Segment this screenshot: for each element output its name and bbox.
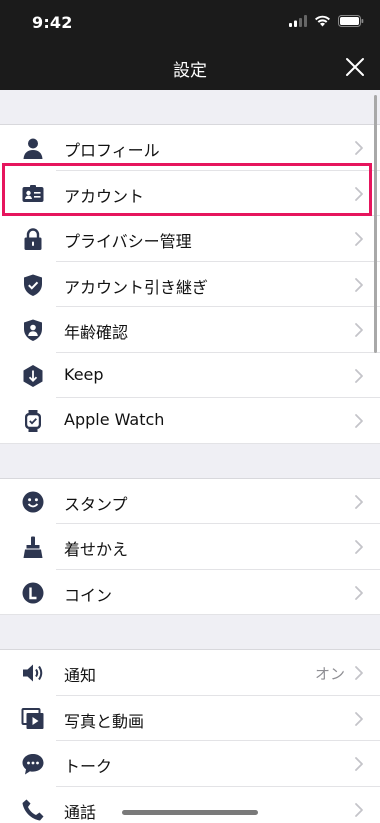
settings-row-chats[interactable]: トーク [0, 741, 380, 787]
chevron-right-icon [355, 232, 363, 246]
keep-icon [23, 364, 43, 387]
settings-row-apple-watch[interactable]: Apple Watch [0, 398, 380, 444]
settings-row-profile[interactable]: プロフィール [0, 125, 380, 171]
person-icon [23, 138, 43, 159]
settings-row-label: 着せかえ [64, 540, 129, 559]
chevron-right-icon [355, 368, 363, 383]
settings-row-calls[interactable]: 通話 [0, 786, 380, 823]
smiley-icon [22, 491, 44, 512]
settings-row-keep[interactable]: Keep [0, 352, 380, 398]
chevron-right-icon [355, 494, 363, 509]
lock-icon [24, 228, 42, 250]
row-divider [0, 614, 380, 615]
media-icon [21, 707, 44, 729]
settings-row-label: 写真と動画 [64, 711, 145, 731]
section-gap [0, 90, 380, 125]
settings-row-label: 通話 [64, 802, 97, 822]
settings-row-age-verification[interactable]: 年齢確認 [0, 307, 380, 353]
settings-row-label: スタンプ [64, 494, 128, 514]
settings-row-coins[interactable]: コイン [0, 569, 380, 615]
page-title: 設定 [173, 61, 207, 81]
settings-row-label: トーク [64, 757, 113, 776]
section-gap [0, 615, 380, 650]
home-indicator [122, 810, 258, 815]
signal-icon [289, 15, 307, 27]
settings-row-value: オン [314, 665, 345, 683]
settings-row-account-transfer[interactable]: アカウント引き継ぎ [0, 261, 380, 307]
chevron-right-icon [355, 414, 363, 428]
coin-icon [22, 582, 44, 603]
settings-row-label: プロフィール [64, 141, 160, 160]
watch-icon [25, 410, 41, 432]
settings-row-themes[interactable]: 着せかえ [0, 524, 380, 570]
settings-row-label: 通知 [64, 666, 97, 685]
status-bar: 9:42 [0, 0, 380, 44]
chevron-right-icon [355, 186, 363, 201]
settings-row-label: アカウント引き継ぎ [64, 277, 209, 297]
section-gap [0, 443, 380, 479]
chevron-right-icon [355, 802, 363, 817]
settings-row-label: 年齢確認 [64, 323, 129, 342]
phone-icon [22, 799, 44, 820]
settings-row-label: Keep [64, 364, 104, 384]
settings-row-photos-videos[interactable]: 写真と動画 [0, 695, 380, 741]
chat-bubble-icon [22, 754, 44, 775]
settings-list: プロフィール アカウントプライバシー管理 アカウント引き継ぎ 年齢確認 Keep Appl… [0, 90, 380, 823]
chevron-right-icon [355, 277, 363, 292]
wifi-icon [315, 15, 330, 27]
settings-row-stickers[interactable]: スタンプ [0, 478, 380, 524]
shield-person-icon [24, 319, 42, 341]
settings-row-label: コイン [64, 585, 113, 605]
row-divider [0, 442, 380, 444]
chevron-right-icon [355, 585, 363, 600]
shield-check-icon [24, 274, 42, 296]
chevron-right-icon [355, 540, 363, 554]
settings-row-label: アカウント [64, 186, 145, 206]
scrollbar[interactable] [374, 95, 377, 353]
chevron-right-icon [355, 711, 363, 726]
settings-row-privacy[interactable]: プライバシー管理 [0, 216, 380, 262]
chevron-right-icon [355, 141, 363, 155]
settings-row-notifications[interactable]: 通知 オン [0, 650, 380, 696]
chevron-right-icon [355, 666, 363, 680]
nav-bar: 設定 [0, 44, 380, 90]
settings-row-label: プライバシー管理 [64, 232, 192, 251]
settings-row-account[interactable]: アカウント [0, 170, 380, 216]
close-icon[interactable] [344, 56, 366, 78]
id-card-icon [22, 184, 44, 202]
brush-icon [23, 536, 43, 558]
chevron-right-icon [355, 757, 363, 771]
speaker-icon [23, 664, 43, 682]
status-time: 9:42 [32, 13, 73, 32]
settings-row-label: Apple Watch [64, 410, 165, 429]
chevron-right-icon [355, 323, 363, 337]
status-icons [289, 15, 364, 27]
battery-icon [338, 15, 364, 27]
